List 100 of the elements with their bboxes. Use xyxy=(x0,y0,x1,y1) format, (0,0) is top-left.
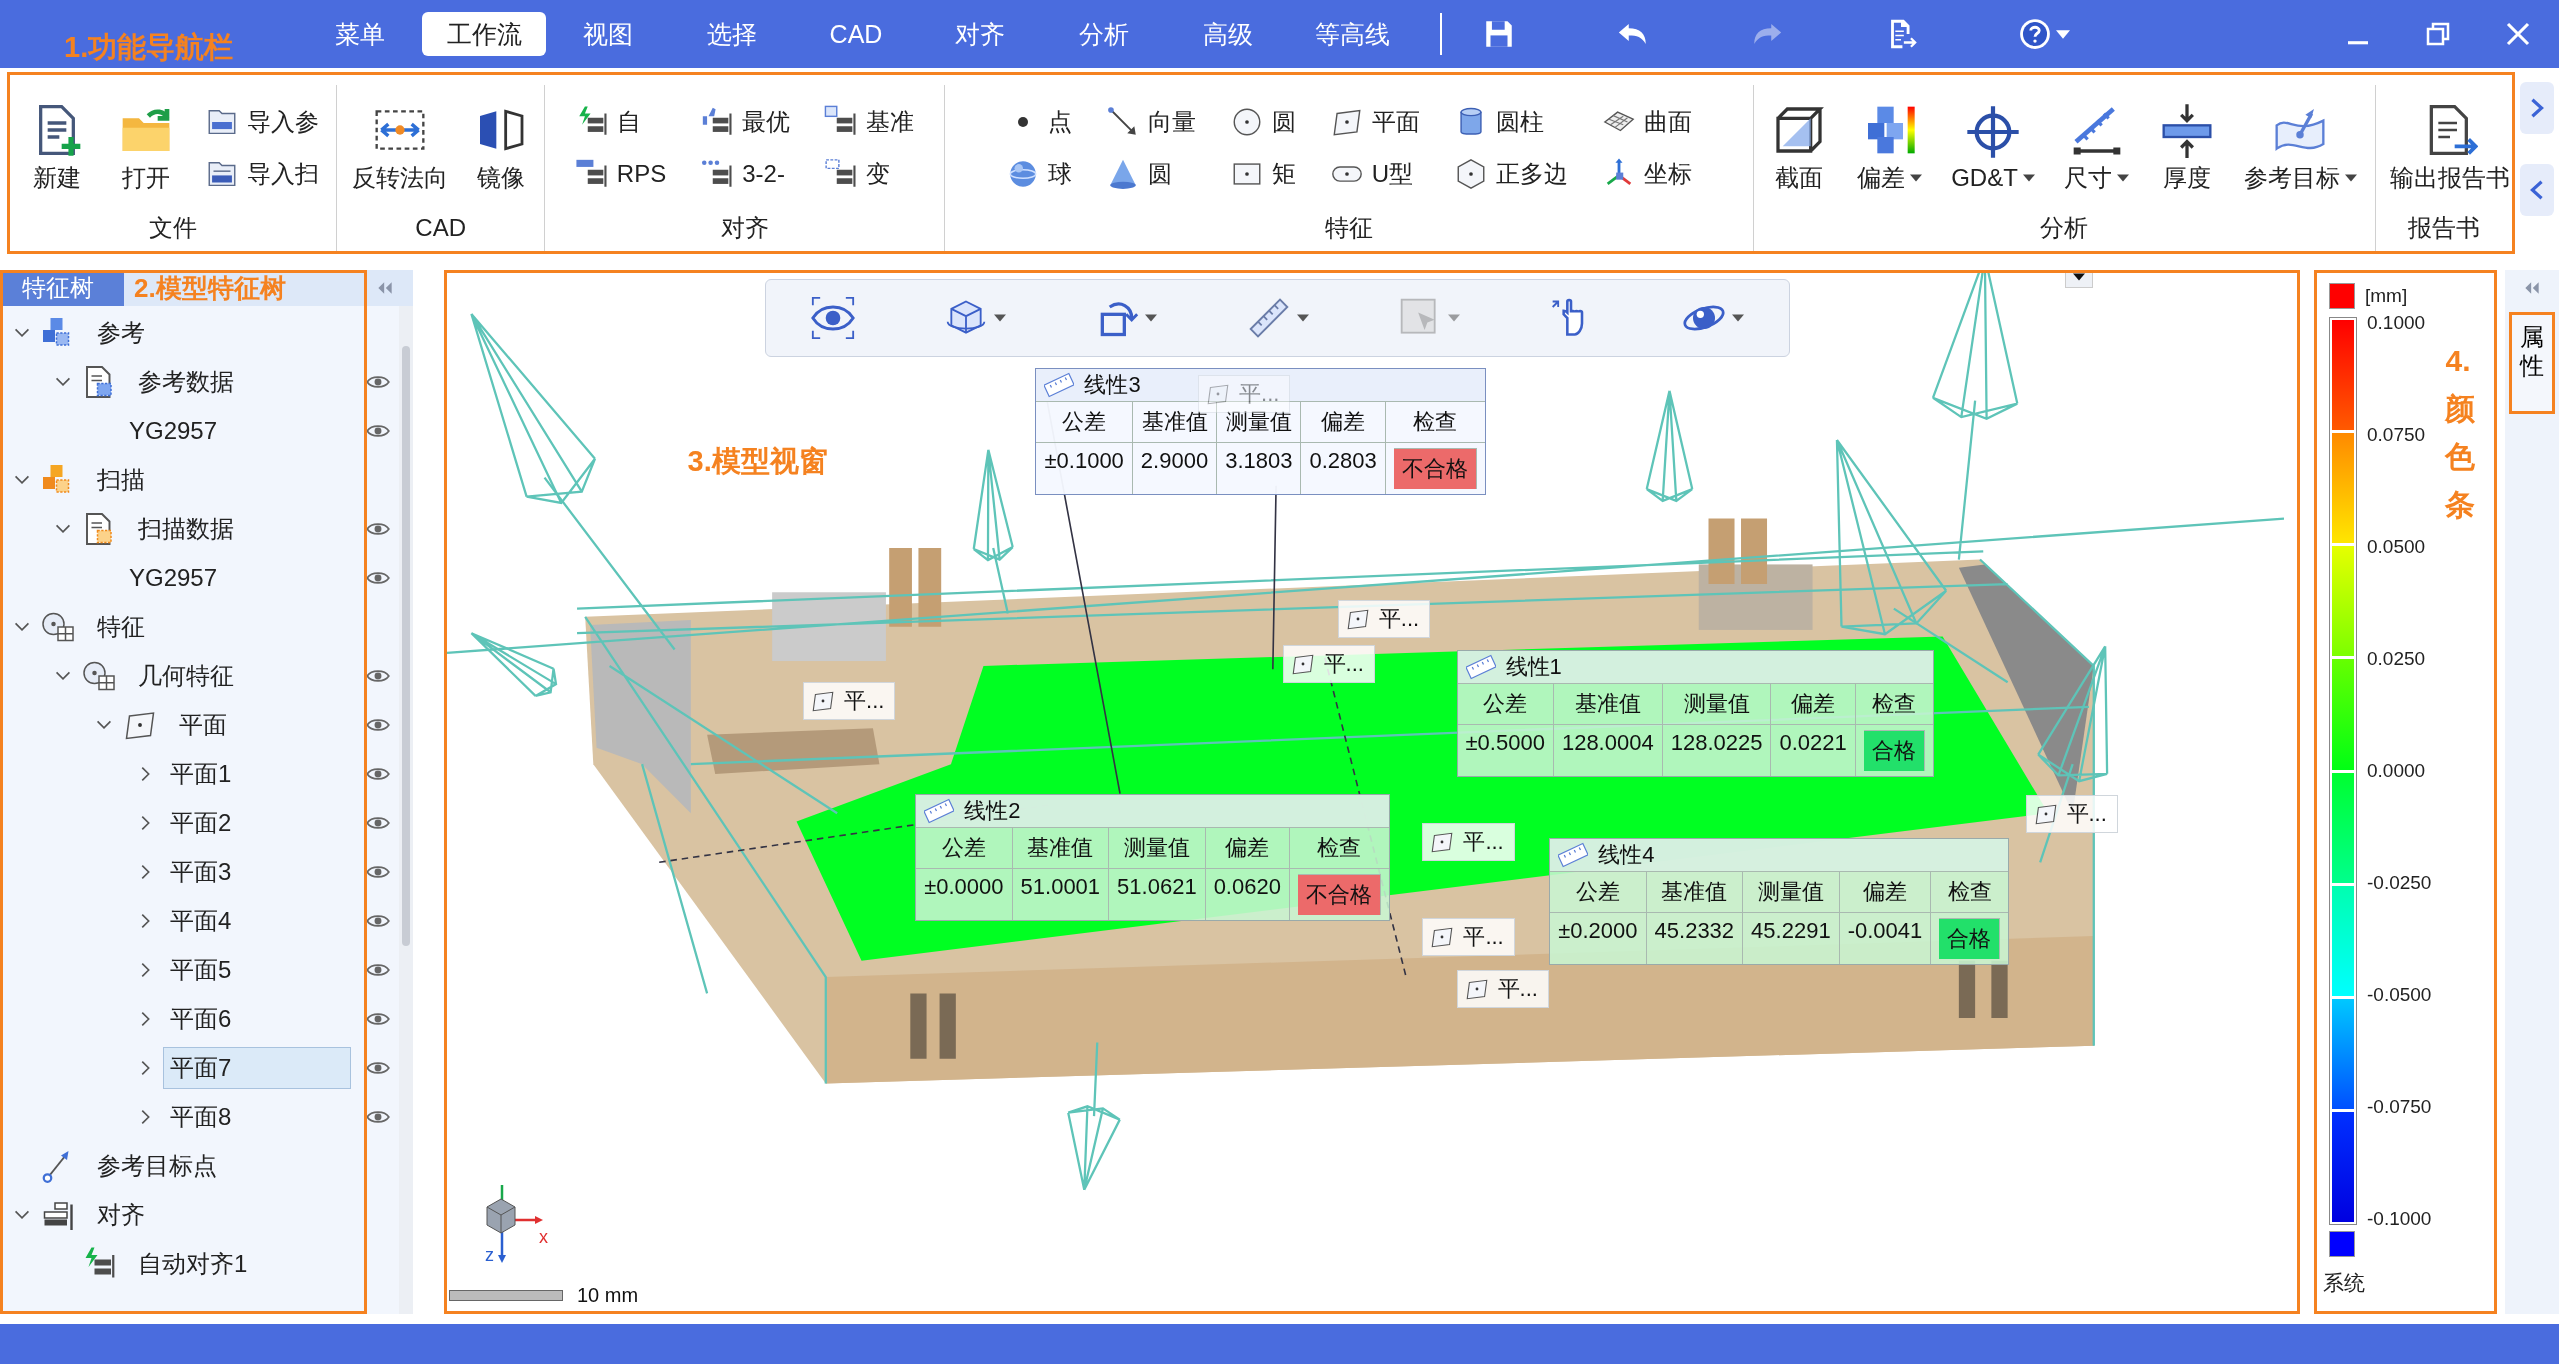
feature-tag[interactable]: 平... xyxy=(1456,970,1549,1009)
tree-item[interactable]: 平面1 xyxy=(163,752,239,795)
ribbon-button[interactable]: 点 xyxy=(1001,103,1076,141)
ribbon-button[interactable]: 3-2- xyxy=(696,155,795,193)
tree-item[interactable]: 对齐 xyxy=(90,1193,152,1236)
feature-tag-label: 平... xyxy=(1463,923,1504,952)
ribbon-button[interactable]: 厚度 xyxy=(2152,100,2221,196)
ribbon-button[interactable]: 变 xyxy=(820,155,919,193)
scroll-right-button[interactable] xyxy=(2520,82,2554,134)
ribbon-button[interactable]: 偏差 xyxy=(1850,100,1928,196)
feature-tag[interactable]: 平... xyxy=(1282,644,1375,683)
tree-item[interactable]: 几何特征 xyxy=(131,654,241,697)
ribbon-button[interactable]: 镜像 xyxy=(466,100,535,196)
ribbon-button[interactable]: RPS xyxy=(570,155,671,193)
caret-icon[interactable] xyxy=(2056,29,2070,39)
ribbon-button[interactable]: 导入扫 xyxy=(200,155,323,193)
table-header-cell: 测量值 xyxy=(1109,826,1206,868)
tree-item[interactable]: 平面8 xyxy=(163,1095,239,1138)
ribbon-button[interactable]: 圆 xyxy=(1225,103,1300,141)
help-icon[interactable] xyxy=(2018,17,2052,51)
menu-tab[interactable]: 视图 xyxy=(546,12,670,56)
ribbon-group-label: 分析 xyxy=(2039,213,2090,243)
unit-label: [mm] xyxy=(2365,285,2408,307)
scale-value: 0.0000 xyxy=(2367,761,2427,781)
menu-tab[interactable]: 分析 xyxy=(1042,12,1166,56)
tree-item[interactable]: 平面6 xyxy=(163,997,239,1040)
tree-item[interactable]: 平面5 xyxy=(163,948,239,991)
tree-item[interactable]: 扫描 xyxy=(90,458,152,501)
menu-tab[interactable]: CAD xyxy=(794,12,918,56)
ribbon-button[interactable]: U型 xyxy=(1325,155,1424,193)
caret-icon[interactable] xyxy=(1732,314,1745,322)
menu-tab[interactable]: 菜单 xyxy=(298,12,422,56)
ribbon-button[interactable]: 最优 xyxy=(696,103,795,141)
collapse-tab[interactable] xyxy=(2065,273,2093,288)
menu-tab[interactable]: 选择 xyxy=(670,12,794,56)
feature-tag[interactable]: 平... xyxy=(1422,918,1515,957)
ribbon-button[interactable]: 参考目标 xyxy=(2237,100,2363,196)
tree-item[interactable]: 特征 xyxy=(90,605,152,648)
feature-tag[interactable]: 平... xyxy=(803,682,896,721)
ribbon-button[interactable]: 尺寸 xyxy=(2058,100,2136,196)
table-header-cell: 基准值 xyxy=(1012,826,1110,868)
eye-icon[interactable] xyxy=(810,296,855,340)
ribbon-button[interactable]: 打开 xyxy=(112,100,181,196)
table-cell: 3.1803 xyxy=(1217,441,1302,494)
ribbon-button[interactable]: 基准 xyxy=(820,103,919,141)
ribbon-button[interactable]: 新建 xyxy=(23,100,92,196)
table-header-cell: 基准值 xyxy=(1553,682,1663,724)
scroll-left-button[interactable] xyxy=(2520,164,2554,216)
tree-item[interactable]: 参考目标点 xyxy=(90,1144,224,1187)
menu-tab[interactable]: 等高线 xyxy=(1290,12,1414,56)
feature-tag[interactable]: 平... xyxy=(1422,823,1515,862)
tree-item[interactable]: YG2957 xyxy=(122,558,225,597)
caret-icon[interactable] xyxy=(994,314,1007,322)
table-cell: 51.0621 xyxy=(1109,867,1206,920)
tree-item[interactable]: 参考 xyxy=(90,311,152,354)
ribbon-button[interactable]: 坐标 xyxy=(1597,155,1696,193)
table-cell: 2.9000 xyxy=(1132,441,1218,494)
feature-tag[interactable]: 平... xyxy=(2025,795,2118,834)
table-header-cell: 公差 xyxy=(916,826,1013,868)
ribbon-button[interactable]: 截面 xyxy=(1765,100,1834,196)
ribbon-button[interactable]: GD&T xyxy=(1945,102,2041,194)
table-header-cell: 检查 xyxy=(1931,870,2009,912)
feature-tag[interactable]: 平... xyxy=(1337,600,1431,639)
ribbon-button[interactable]: 曲面 xyxy=(1597,103,1696,141)
table-header-cell: 偏差 xyxy=(1771,682,1856,724)
tree-item[interactable]: 平面7 xyxy=(163,1046,351,1089)
tree-item[interactable]: 参考数据 xyxy=(131,360,241,403)
side-tab[interactable]: 属性 xyxy=(2509,312,2555,414)
measurement-callout[interactable]: 线性1 公差 基准值 测量值 偏差 检查 ±0.5000 128.0004 128.0225 0.0221 合格 xyxy=(1456,649,1934,777)
ribbon-button[interactable]: 球 xyxy=(1001,155,1076,193)
tree-item[interactable]: 平面 xyxy=(172,703,234,746)
tree-item[interactable]: YG2957 xyxy=(122,411,225,450)
ribbon-button[interactable]: 平面 xyxy=(1325,103,1424,141)
caret-icon[interactable] xyxy=(1145,314,1158,322)
tree-item[interactable]: 平面4 xyxy=(163,899,239,942)
table-cell: ±0.2000 xyxy=(1550,911,1647,964)
ribbon-button[interactable]: 导入参 xyxy=(200,103,323,141)
tree-item[interactable]: 平面3 xyxy=(163,850,239,893)
menu-tab[interactable]: 工作流 xyxy=(422,12,546,56)
ribbon-button[interactable]: 输出报告书 xyxy=(2383,100,2516,196)
ribbon-button[interactable]: 向量 xyxy=(1101,103,1200,141)
caret-icon[interactable] xyxy=(1296,314,1309,322)
status-badge: 不合格 xyxy=(1393,447,1477,489)
table-header-cell: 公差 xyxy=(1457,682,1554,724)
measurement-callout[interactable]: 线性2 公差 基准值 测量值 偏差 检查 ±0.0000 51.0001 51.0621 0.0620 不合格 xyxy=(915,793,1390,921)
measurement-callout[interactable]: 线性4 公差 基准值 测量值 偏差 检查 ±0.2000 45.2332 45.2291 -0.0041 合格 xyxy=(1549,837,2010,965)
ribbon-button[interactable]: 矩 xyxy=(1225,155,1300,193)
ribbon-button[interactable]: 圆 xyxy=(1101,155,1200,193)
ribbon-button[interactable]: 自 xyxy=(570,103,671,141)
ribbon-button[interactable]: 反转法向 xyxy=(346,100,455,196)
table-cell: 0.0221 xyxy=(1771,723,1856,776)
menu-tab[interactable]: 高级 xyxy=(1166,12,1290,56)
tree-item[interactable]: 平面2 xyxy=(163,801,239,844)
ribbon-button[interactable]: 圆柱 xyxy=(1449,103,1572,141)
scrollbar[interactable] xyxy=(399,306,413,1314)
tree-item[interactable]: 扫描数据 xyxy=(131,507,241,550)
tree-item[interactable]: 自动对齐1 xyxy=(131,1242,255,1285)
menu-tab[interactable]: 对齐 xyxy=(918,12,1042,56)
table-cell: 51.0001 xyxy=(1012,867,1110,920)
ribbon-button[interactable]: 正多边 xyxy=(1449,155,1572,193)
